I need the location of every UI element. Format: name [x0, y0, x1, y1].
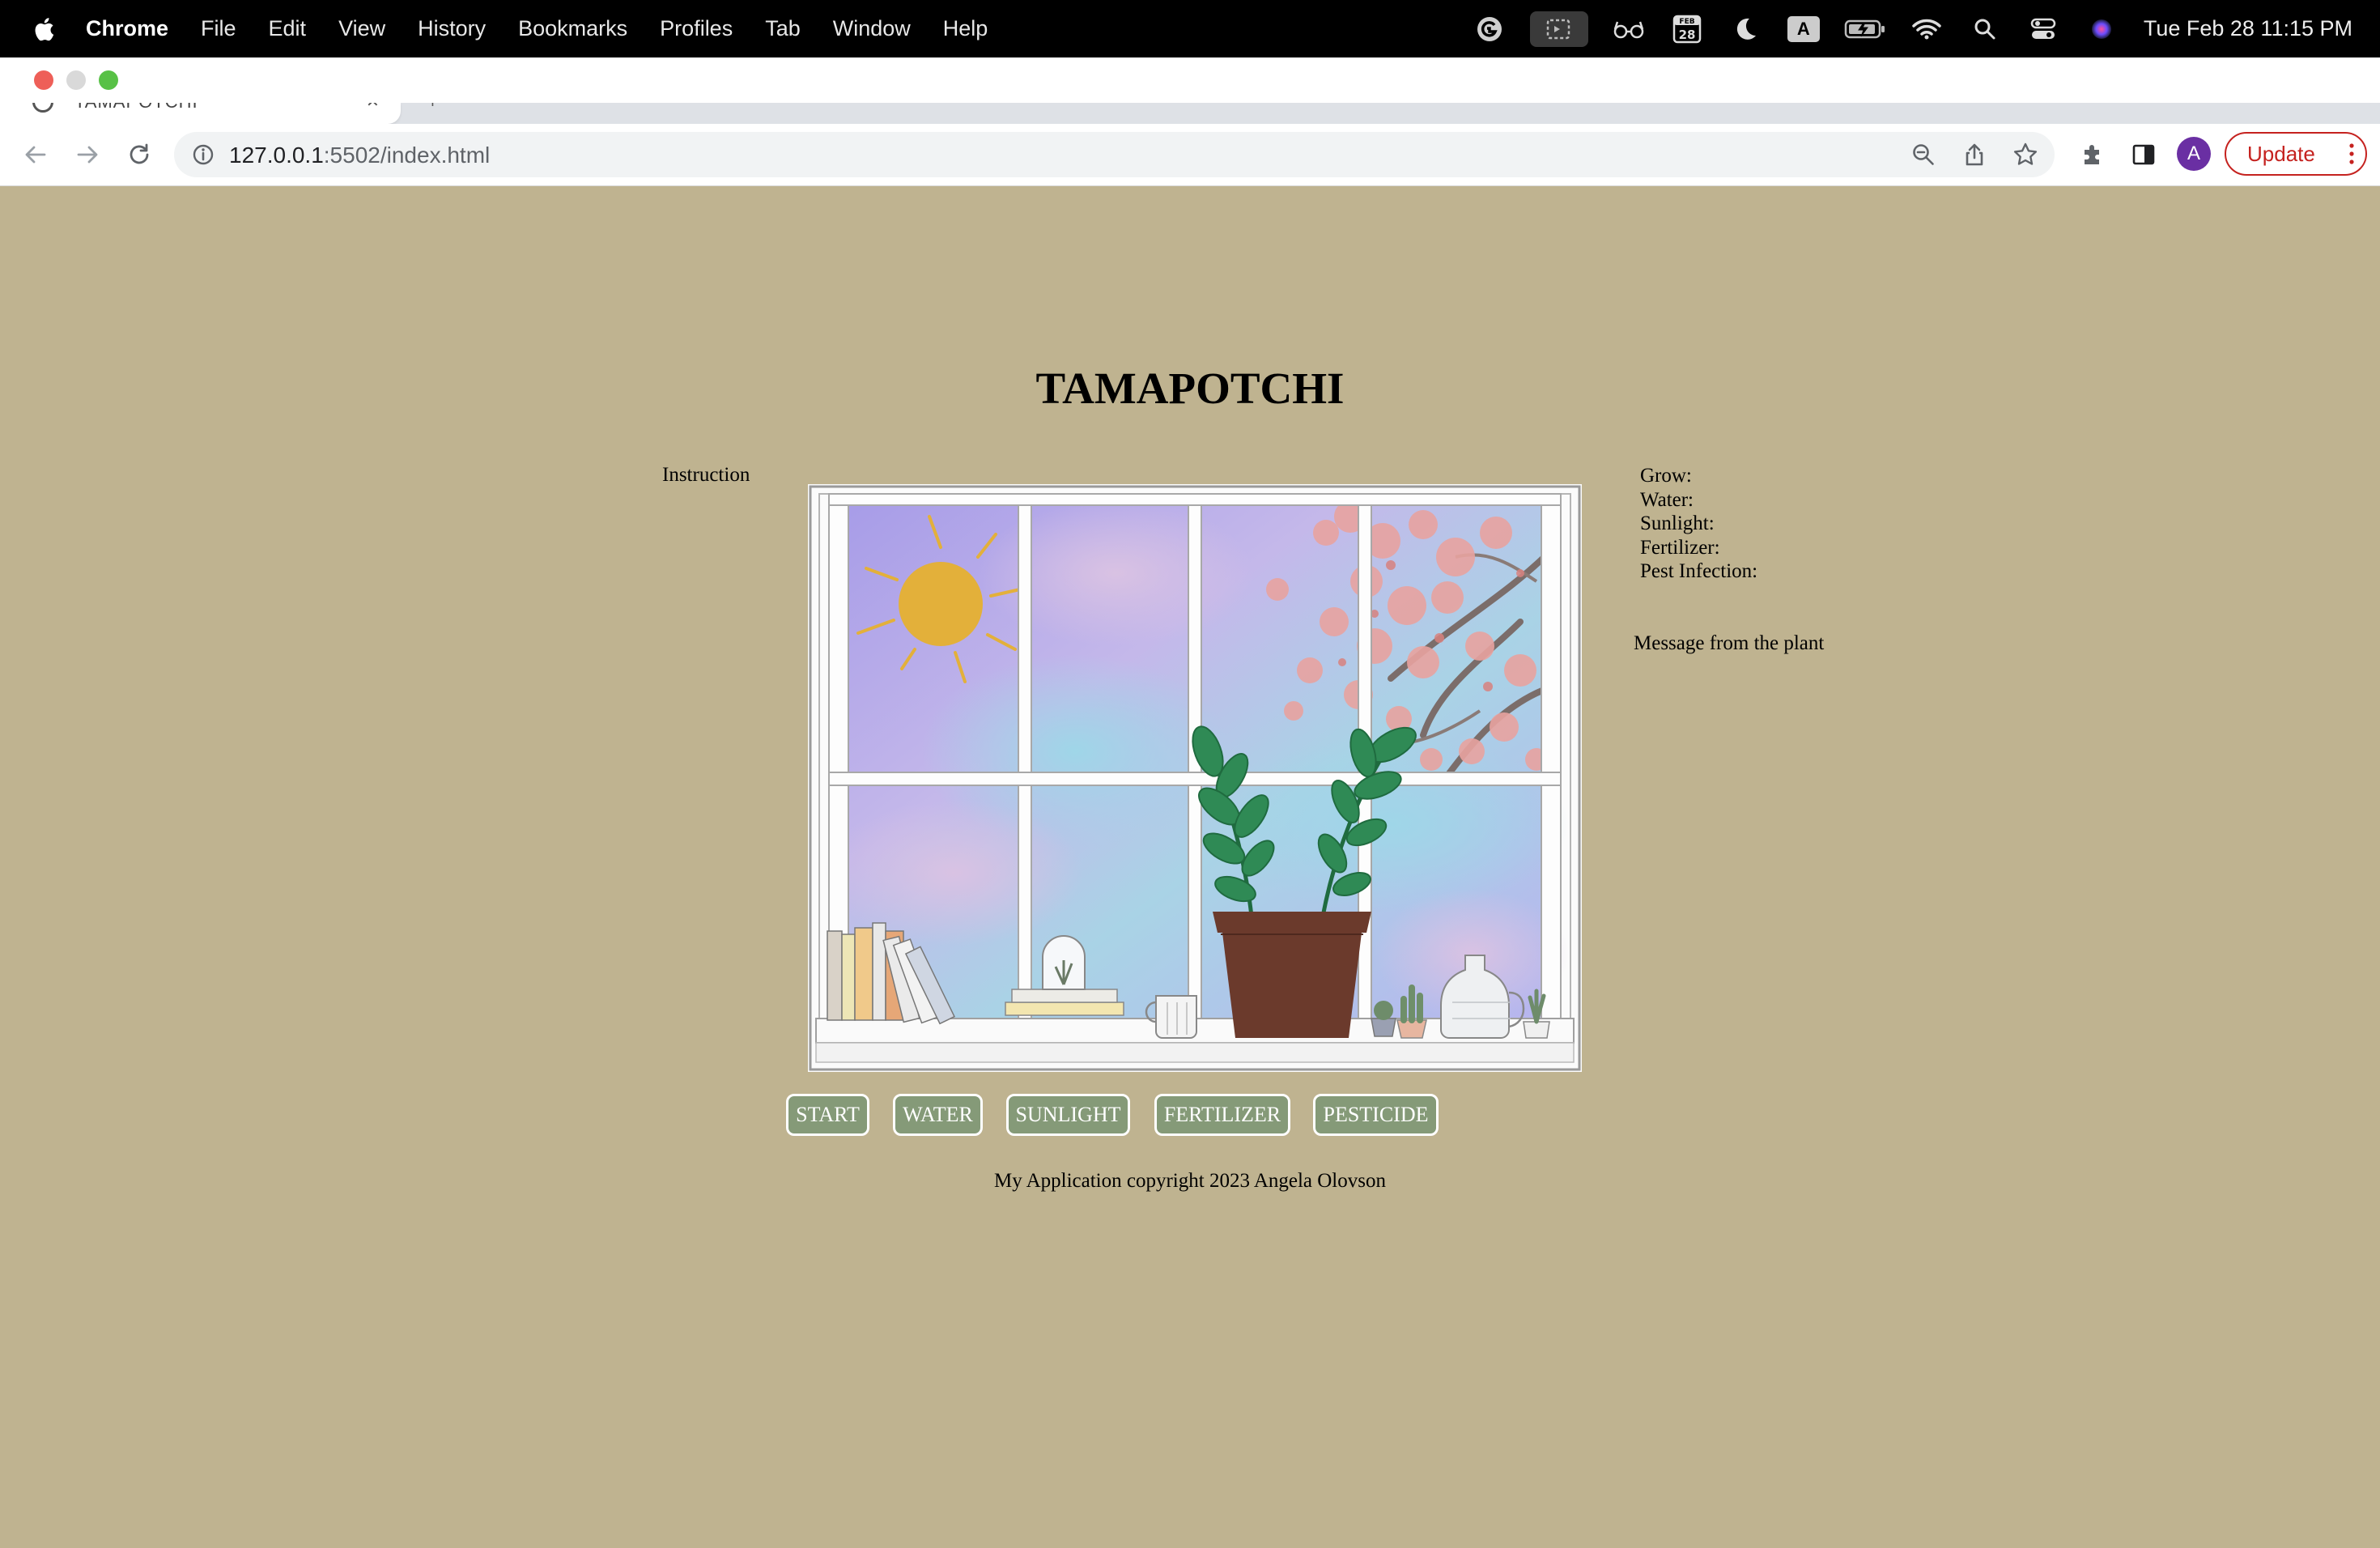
forward-arrow-icon[interactable]: [73, 140, 102, 169]
window-title-bar: [0, 57, 2380, 103]
apple-logo-icon[interactable]: [32, 15, 55, 43]
url-host: 127.0.0.1: [229, 142, 324, 168]
address-bar[interactable]: 127.0.0.1:5502/index.html: [174, 132, 2055, 177]
screenshot-tool-icon[interactable]: [1529, 11, 1588, 47]
keyboard-input-icon[interactable]: A: [1786, 11, 1821, 47]
fertilizer-button[interactable]: FERTILIZER: [1154, 1094, 1290, 1136]
grow-stat-label: Grow:: [1640, 465, 1692, 487]
menu-edit[interactable]: Edit: [269, 16, 307, 41]
menu-clock[interactable]: Tue Feb 28 11:15 PM: [2144, 16, 2352, 41]
page-footer: My Application copyright 2023 Angela Olo…: [994, 1170, 1386, 1192]
plant-stats-panel: Grow: Water: Sunlight: Fertilizer: Pest …: [1640, 464, 1757, 584]
menu-file[interactable]: File: [201, 16, 236, 41]
menu-window[interactable]: Window: [833, 16, 911, 41]
siri-icon[interactable]: [2084, 11, 2119, 47]
close-window-button[interactable]: [34, 70, 53, 90]
browser-tab[interactable]: TAMAPOTCHI ✕: [0, 103, 401, 124]
reload-icon[interactable]: [125, 140, 154, 169]
share-icon[interactable]: [1960, 140, 1989, 169]
spotlight-search-icon[interactable]: [1967, 11, 2003, 47]
calendar-month: FEB: [1679, 18, 1694, 26]
control-center-icon[interactable]: [2025, 11, 2061, 47]
new-tab-icon[interactable]: +: [427, 103, 438, 113]
menu-app-name[interactable]: Chrome: [86, 16, 168, 41]
menu-history[interactable]: History: [418, 16, 486, 41]
minimize-window-button[interactable]: [66, 70, 86, 90]
page-title: TAMAPOTCHI: [1035, 364, 1345, 413]
side-panel-icon[interactable]: [2129, 140, 2158, 169]
tab-close-icon[interactable]: ✕: [366, 103, 380, 112]
tab-strip: TAMAPOTCHI ✕ +: [0, 103, 2380, 124]
sunlight-stat-label: Sunlight:: [1640, 512, 1715, 534]
window-plant-illustration: [808, 484, 1582, 1072]
menu-help[interactable]: Help: [943, 16, 988, 41]
plant-message: Message from the plant: [1634, 632, 1825, 654]
reading-glasses-icon[interactable]: [1611, 11, 1647, 47]
instruction-link[interactable]: Instruction: [662, 464, 750, 487]
water-stat-label: Water:: [1640, 488, 1694, 511]
status-bar: FEB 28 A Tue Feb 28 11:15 PM: [1449, 0, 2352, 57]
pesticide-button[interactable]: PESTICIDE: [1313, 1094, 1439, 1136]
zoom-out-icon[interactable]: [1909, 140, 1938, 169]
sunlight-button[interactable]: SUNLIGHT: [1006, 1094, 1130, 1136]
tab-favicon-icon: [32, 103, 53, 113]
bookmark-star-icon[interactable]: [2011, 140, 2040, 169]
fertilizer-stat-label: Fertilizer:: [1640, 536, 1720, 559]
tab-title: TAMAPOTCHI: [74, 103, 198, 113]
update-button-label: Update: [2247, 141, 2315, 166]
wifi-icon[interactable]: [1909, 11, 1944, 47]
update-button[interactable]: Update: [2225, 132, 2367, 176]
calendar-day: 28: [1678, 28, 1695, 42]
extensions-icon[interactable]: [2078, 140, 2107, 169]
macos-menu-bar: Chrome File Edit View History Bookmarks …: [0, 0, 2380, 57]
menu-tab[interactable]: Tab: [765, 16, 801, 41]
zoom-window-button[interactable]: [99, 70, 118, 90]
battery-icon[interactable]: [1844, 11, 1886, 47]
moon-icon[interactable]: [1728, 11, 1763, 47]
action-buttons: START WATER SUNLIGHT FERTILIZER PESTICID…: [0, 1094, 2380, 1138]
menu-bookmarks[interactable]: Bookmarks: [518, 16, 627, 41]
calendar-icon[interactable]: FEB 28: [1669, 11, 1705, 47]
menu-profiles[interactable]: Profiles: [660, 16, 733, 41]
site-info-icon[interactable]: [189, 140, 218, 169]
url-path: :5502/index.html: [323, 142, 491, 168]
menu-view[interactable]: View: [338, 16, 385, 41]
url-text[interactable]: 127.0.0.1:5502/index.html: [229, 142, 490, 168]
keyboard-input-letter: A: [1787, 15, 1820, 42]
more-menu-icon[interactable]: [2349, 142, 2354, 166]
start-button[interactable]: START: [786, 1094, 869, 1136]
pest-infection-stat-label: Pest Infection:: [1640, 560, 1758, 582]
profile-avatar[interactable]: A: [2177, 137, 2211, 171]
back-arrow-icon[interactable]: [21, 140, 50, 169]
browser-toolbar: 127.0.0.1:5502/index.html: [0, 124, 2380, 186]
grammarly-icon[interactable]: [1472, 11, 1507, 47]
water-button[interactable]: WATER: [893, 1094, 983, 1136]
